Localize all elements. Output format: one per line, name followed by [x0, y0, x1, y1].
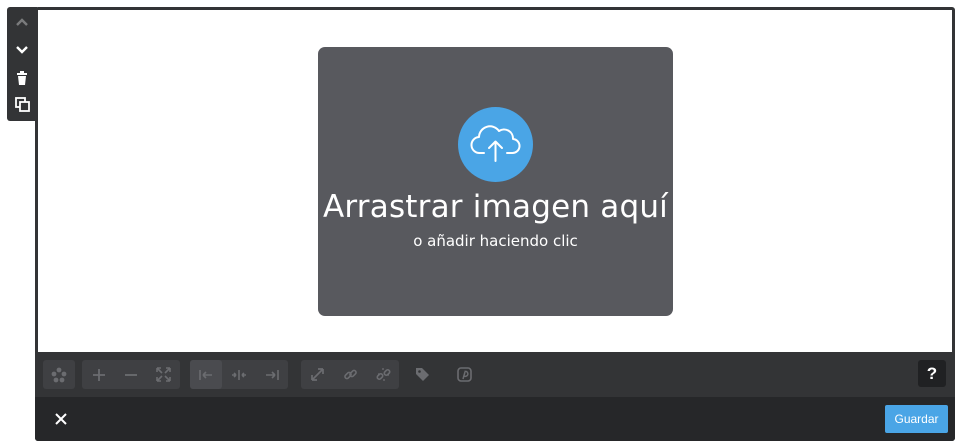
image-canvas: Arrastrar imagen aquí o añadir haciendo …: [38, 10, 952, 352]
zoom-out-icon[interactable]: [115, 360, 147, 389]
expand-icon[interactable]: [301, 360, 333, 389]
fit-icon[interactable]: [147, 360, 179, 389]
save-button[interactable]: Guardar: [885, 405, 948, 433]
block-side-toolbar: [7, 7, 37, 121]
toolbar-group-zoom: [82, 360, 180, 389]
filters-icon[interactable]: [43, 360, 75, 389]
toolbar-group-filters: [43, 360, 75, 389]
zoom-in-icon[interactable]: [83, 360, 115, 389]
image-dropzone[interactable]: Arrastrar imagen aquí o añadir haciendo …: [318, 47, 673, 316]
chevron-down-icon: [16, 46, 28, 54]
align-left-icon[interactable]: [190, 360, 222, 389]
delete-button[interactable]: [7, 65, 37, 91]
pinterest-icon[interactable]: [448, 360, 480, 389]
toolbar-group-link: [301, 360, 399, 389]
link-icon[interactable]: [334, 360, 366, 389]
move-up-button[interactable]: [7, 9, 37, 35]
chevron-up-icon: [16, 18, 28, 26]
image-toolbar: ?: [38, 352, 952, 397]
dropzone-subtitle: o añadir haciendo clic: [413, 232, 578, 250]
editor-footer: Guardar: [35, 397, 955, 441]
tag-icon[interactable]: [406, 360, 438, 389]
image-editor: Arrastrar imagen aquí o añadir haciendo …: [35, 7, 955, 441]
help-button[interactable]: ?: [918, 360, 946, 387]
cloud-upload-icon: [458, 107, 533, 182]
close-icon[interactable]: [50, 408, 72, 430]
unlink-icon[interactable]: [367, 360, 399, 389]
toolbar-group-align: [190, 360, 288, 389]
dropzone-title: Arrastrar imagen aquí: [323, 189, 668, 225]
align-center-icon[interactable]: [223, 360, 255, 389]
trash-icon: [17, 71, 27, 85]
move-down-button[interactable]: [7, 37, 37, 63]
align-right-icon[interactable]: [256, 360, 288, 389]
duplicate-button[interactable]: [7, 91, 37, 117]
duplicate-icon: [14, 96, 30, 112]
